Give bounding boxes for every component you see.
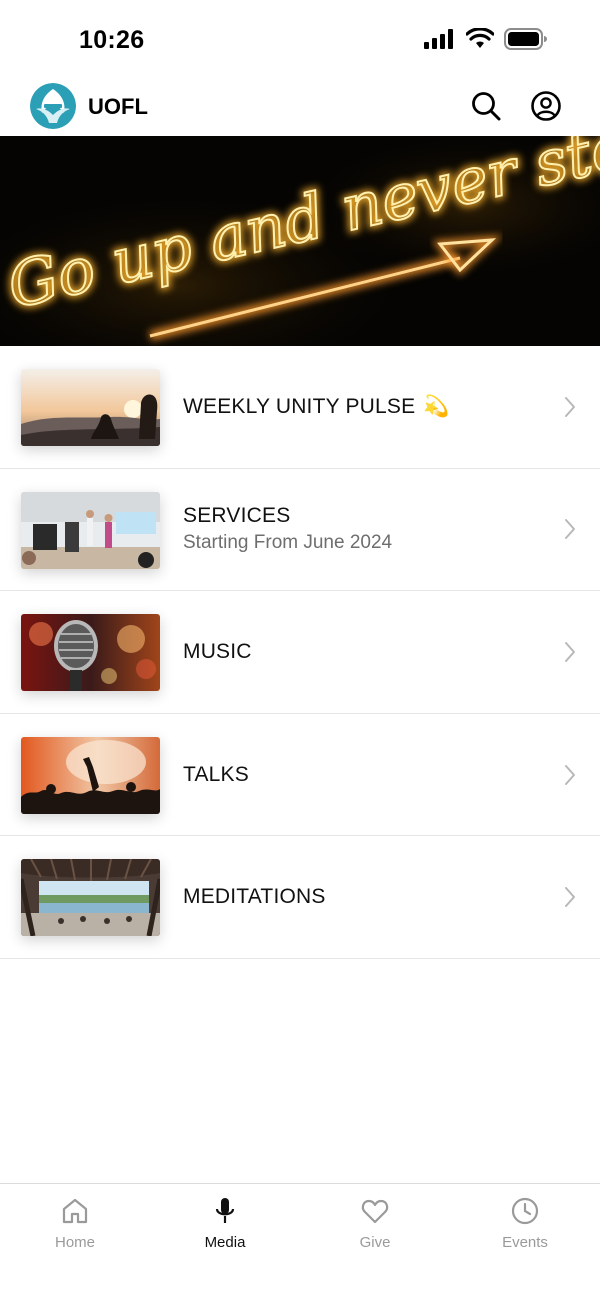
wifi-icon: [466, 28, 494, 48]
row-title: TALKS: [183, 762, 249, 786]
list-item-weekly-unity-pulse[interactable]: WEEKLY UNITY PULSE 💫: [0, 346, 600, 469]
home-icon: [62, 1198, 88, 1224]
thumbnail-concert-crowd: [21, 736, 160, 814]
search-icon: [472, 92, 501, 121]
tab-label: Media: [204, 1234, 246, 1251]
chevron-right-icon: [565, 764, 575, 785]
tab-label: Home: [54, 1234, 95, 1251]
thumbnail-microphone: [21, 614, 160, 692]
profile-icon: [531, 91, 561, 121]
signal-icon: [424, 29, 453, 49]
hero-banner[interactable]: Go up and never stop Go up and never sto…: [0, 136, 600, 346]
list-item-talks[interactable]: TALKS: [0, 713, 600, 837]
chevron-right-icon: [565, 396, 575, 417]
neon-sign-image: Go up and never stop Go up and never sto…: [0, 136, 600, 346]
thumbnail-sunset-silhouettes: [21, 369, 160, 446]
row-title: MUSIC: [183, 639, 252, 663]
row-title: WEEKLY UNITY PULSE 💫: [183, 395, 450, 419]
media-list: WEEKLY UNITY PULSE 💫 SERVICES Starting F…: [0, 346, 600, 959]
chevron-right-icon: [565, 519, 575, 540]
tab-home[interactable]: Home: [0, 1184, 150, 1264]
list-item-meditations[interactable]: MEDITATIONS: [0, 836, 600, 959]
chevron-right-icon: [565, 641, 575, 662]
row-text: SERVICES Starting From June 2024: [183, 469, 392, 591]
tab-events[interactable]: Events: [450, 1184, 600, 1264]
chevron-right-icon: [565, 887, 575, 908]
row-title: SERVICES: [183, 504, 291, 528]
row-title: MEDITATIONS: [183, 885, 326, 909]
clock-icon: [511, 1197, 539, 1225]
heart-icon: [361, 1199, 389, 1224]
status-time: 10:26: [79, 26, 145, 54]
search-button[interactable]: [468, 88, 504, 124]
row-subtitle: Starting From June 2024: [183, 532, 393, 554]
list-item-services[interactable]: SERVICES Starting From June 2024: [0, 468, 600, 592]
status-icons: [424, 28, 548, 50]
app-header: UOFL: [0, 78, 600, 136]
tab-give[interactable]: Give: [300, 1184, 450, 1264]
tab-label: Give: [359, 1234, 391, 1251]
status-bar: 10:26: [0, 0, 600, 78]
row-text: MUSIC: [183, 591, 252, 713]
uofl-logo-icon[interactable]: [30, 83, 76, 129]
thumbnail-stage-service: [21, 491, 160, 569]
row-text: MEDITATIONS: [183, 836, 326, 958]
dizzy-emoji-icon: 💫: [423, 394, 450, 418]
battery-icon: [504, 28, 547, 50]
thumbnail-lake-pavilion-meditation: [21, 859, 160, 937]
row-title-label: WEEKLY UNITY PULSE: [183, 394, 416, 418]
row-text: TALKS: [183, 714, 249, 836]
tab-bar: Home Media Give Events: [0, 1183, 600, 1300]
list-item-music[interactable]: MUSIC: [0, 591, 600, 714]
app-title: UOFL: [88, 94, 148, 119]
profile-button[interactable]: [528, 88, 564, 124]
tab-media[interactable]: Media: [150, 1184, 300, 1264]
row-text: WEEKLY UNITY PULSE 💫: [183, 346, 450, 468]
microphone-icon: [215, 1198, 235, 1223]
tab-label: Events: [502, 1234, 548, 1251]
